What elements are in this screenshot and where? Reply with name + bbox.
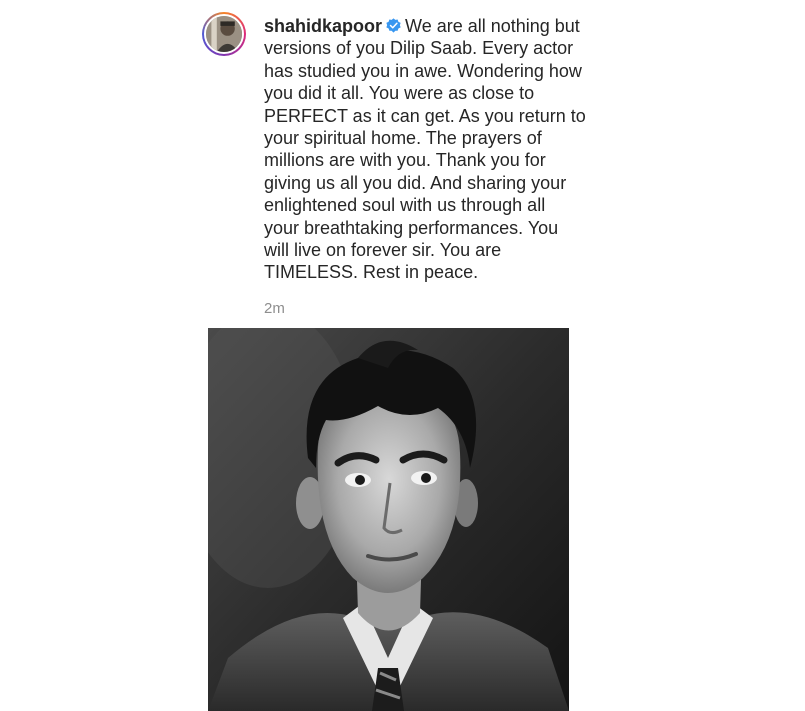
avatar[interactable]	[202, 12, 246, 56]
post-caption: shahidkapoor We are all nothing but versi…	[264, 15, 594, 284]
caption-text-line: has studied you in awe. Wondering how	[264, 60, 582, 81]
caption-text-line: versions of you Dilip Saab. Every actor	[264, 38, 574, 59]
caption-text-line: you did it all. You were as close to	[264, 83, 535, 104]
caption-text-line: TIMELESS. Rest in peace.	[264, 262, 479, 283]
portrait-image	[208, 328, 569, 711]
post-timestamp[interactable]: 2m	[264, 300, 285, 317]
caption-text-line: giving us all you did. And sharing your	[264, 172, 567, 193]
caption-text-line: millions are with you. Thank you for	[264, 150, 546, 171]
avatar-photo	[204, 14, 244, 54]
caption-text-line: enlightened soul with us through all	[264, 195, 546, 216]
caption-text-line: your breathtaking performances. You	[264, 217, 559, 238]
verified-badge-icon	[386, 18, 401, 33]
caption-text-line: will live on forever sir. You are	[264, 240, 502, 261]
caption-text-line: We are all nothing but	[405, 16, 580, 36]
post-photo[interactable]	[208, 328, 569, 711]
caption-text-line: your spiritual home. The prayers of	[264, 128, 542, 149]
caption-first-line: shahidkapoor We are all nothing but	[264, 15, 594, 37]
caption-text-line: PERFECT as it can get. As you return to	[264, 105, 586, 126]
username-link[interactable]: shahidkapoor	[264, 16, 382, 36]
